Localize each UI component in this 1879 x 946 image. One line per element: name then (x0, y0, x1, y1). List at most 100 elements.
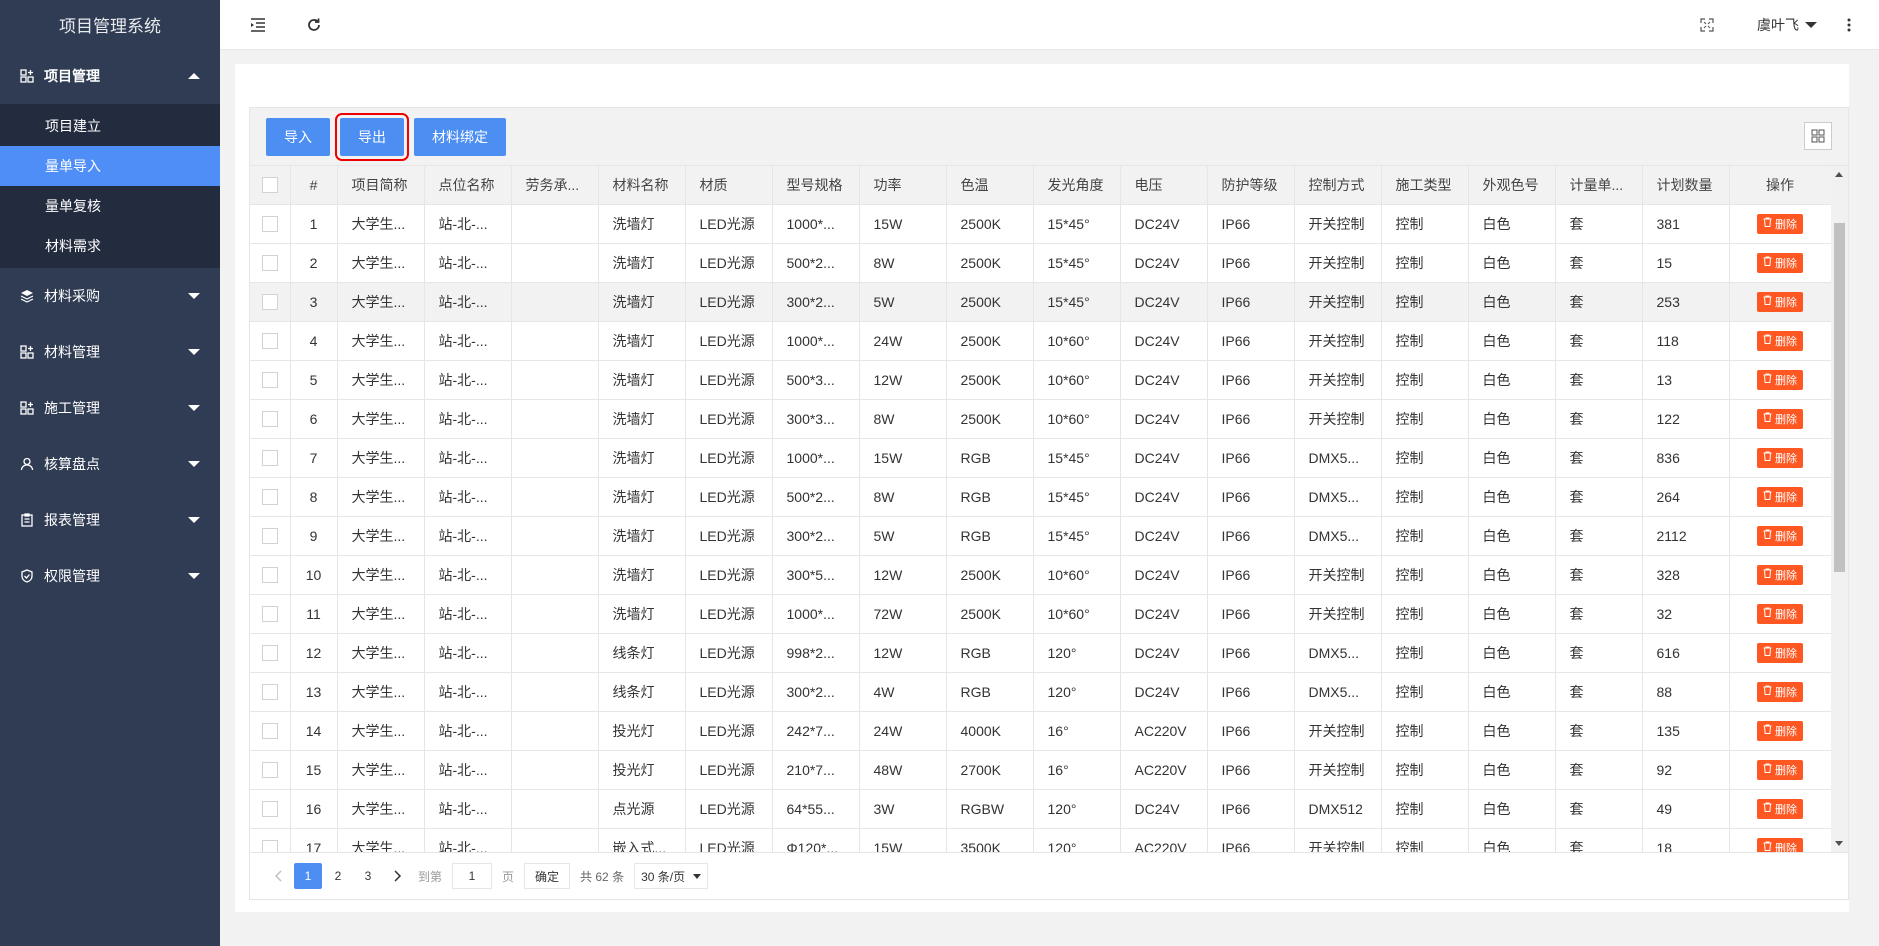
column-header[interactable]: 操作 (1729, 166, 1832, 205)
column-header[interactable]: 计量单... (1555, 166, 1643, 205)
table-row[interactable]: 10 大学生... 站-北-... 洗墙灯 LED光源 300*5... 12W 2500K 1… (250, 555, 1832, 595)
table-row[interactable]: 14 大学生... 站-北-... 投光灯 LED光源 242*7... 24W 4000K 1… (250, 711, 1832, 751)
row-checkbox[interactable] (261, 762, 278, 779)
column-header[interactable]: 计划数量 (1642, 166, 1730, 205)
row-checkbox[interactable] (261, 372, 278, 389)
table-row[interactable]: 12 大学生... 站-北-... 线条灯 LED光源 998*2... 12W RGB 120… (250, 633, 1832, 673)
column-header[interactable]: 型号规格 (772, 166, 860, 205)
column-header[interactable]: # (290, 166, 338, 205)
delete-button[interactable]: 删除 (1757, 213, 1803, 234)
table-row[interactable]: 3 大学生... 站-北-... 洗墙灯 LED光源 300*2... 5W 2500K 15*… (250, 282, 1832, 322)
row-checkbox[interactable] (261, 294, 278, 311)
column-header[interactable]: 电压 (1120, 166, 1208, 205)
menu-collapse-icon[interactable] (248, 15, 268, 35)
table-row[interactable]: 2 大学生... 站-北-... 洗墙灯 LED光源 500*2... 8W 2500K 15*… (250, 243, 1832, 283)
column-header[interactable]: 功率 (859, 166, 947, 205)
table-row[interactable]: 9 大学生... 站-北-... 洗墙灯 LED光源 300*2... 5W RGB 15*45… (250, 516, 1832, 556)
column-header[interactable]: 外观色号 (1468, 166, 1556, 205)
goto-page-input[interactable] (452, 863, 493, 889)
column-toggle-icon[interactable] (1804, 122, 1832, 150)
vertical-scrollbar[interactable] (1831, 166, 1848, 852)
row-checkbox[interactable] (261, 567, 278, 584)
table-row[interactable]: 8 大学生... 站-北-... 洗墙灯 LED光源 500*2... 8W RGB 15*45… (250, 477, 1832, 517)
page-button[interactable]: 3 (354, 863, 382, 889)
table-row[interactable]: 6 大学生... 站-北-... 洗墙灯 LED光源 300*3... 8W 2500K 10*… (250, 399, 1832, 439)
delete-button[interactable]: 删除 (1757, 720, 1803, 741)
row-checkbox[interactable] (261, 333, 278, 350)
row-checkbox[interactable] (261, 528, 278, 545)
delete-button[interactable]: 删除 (1757, 291, 1803, 312)
row-checkbox[interactable] (261, 801, 278, 818)
prev-page-icon[interactable] (264, 863, 292, 889)
sidebar-group-2[interactable]: 材料管理 (0, 324, 220, 380)
sidebar-group-0[interactable]: 项目管理 (0, 48, 220, 104)
table-row[interactable]: 5 大学生... 站-北-... 洗墙灯 LED光源 500*3... 12W 2500K 10… (250, 360, 1832, 400)
row-checkbox[interactable] (261, 411, 278, 428)
column-header[interactable]: 发光角度 (1033, 166, 1121, 205)
row-checkbox[interactable] (261, 840, 278, 852)
column-header[interactable]: 点位名称 (424, 166, 512, 205)
page-button[interactable]: 2 (324, 863, 352, 889)
table-row[interactable]: 4 大学生... 站-北-... 洗墙灯 LED光源 1000*... 24W 2500K 10… (250, 321, 1832, 361)
export-button[interactable]: 导出 (335, 112, 409, 161)
delete-button[interactable]: 删除 (1757, 330, 1803, 351)
row-checkbox[interactable] (261, 684, 278, 701)
table-row[interactable]: 15 大学生... 站-北-... 投光灯 LED光源 210*7... 48W 2700K 1… (250, 750, 1832, 790)
table-row[interactable]: 17 大学生... 站-北-... 嵌入式... LED光源 Φ120*... 15W 350… (250, 828, 1832, 852)
table-row[interactable]: 16 大学生... 站-北-... 点光源 LED光源 64*55... 3W RGBW 120… (250, 789, 1832, 829)
next-page-icon[interactable] (384, 863, 412, 889)
sidebar-group-6[interactable]: 权限管理 (0, 548, 220, 604)
delete-button[interactable]: 删除 (1757, 759, 1803, 780)
row-checkbox[interactable] (261, 255, 278, 272)
sidebar-group-1[interactable]: 材料采购 (0, 268, 220, 324)
more-vertical-icon[interactable] (1839, 15, 1859, 35)
column-header[interactable]: 劳务承... (511, 166, 599, 205)
column-header[interactable]: 控制方式 (1294, 166, 1382, 205)
sidebar-group-4[interactable]: 核算盘点 (0, 436, 220, 492)
table-row[interactable]: 13 大学生... 站-北-... 线条灯 LED光源 300*2... 4W RGB 120°… (250, 672, 1832, 712)
table-row[interactable]: 7 大学生... 站-北-... 洗墙灯 LED光源 1000*... 15W RGB 15*4… (250, 438, 1832, 478)
import-button[interactable]: 导入 (266, 117, 330, 156)
goto-confirm-button[interactable]: 确定 (524, 863, 571, 889)
column-header[interactable]: 项目简称 (337, 166, 425, 205)
column-header[interactable]: 施工类型 (1381, 166, 1469, 205)
scrollbar-thumb[interactable] (1834, 223, 1845, 572)
sidebar-item[interactable]: 量单导入 (0, 146, 220, 186)
delete-button[interactable]: 删除 (1757, 447, 1803, 468)
row-checkbox[interactable] (261, 450, 278, 467)
sidebar-group-5[interactable]: 报表管理 (0, 492, 220, 548)
table-row[interactable]: 11 大学生... 站-北-... 洗墙灯 LED光源 1000*... 72W 2500K 1… (250, 594, 1832, 634)
delete-button[interactable]: 删除 (1757, 603, 1803, 624)
column-header[interactable]: 防护等级 (1207, 166, 1295, 205)
sidebar-item[interactable]: 材料需求 (0, 226, 220, 266)
delete-button[interactable]: 删除 (1757, 837, 1803, 852)
delete-button[interactable]: 删除 (1757, 642, 1803, 663)
scroll-down-icon[interactable] (1835, 841, 1843, 846)
column-header[interactable]: 材料名称 (598, 166, 686, 205)
row-checkbox[interactable] (261, 723, 278, 740)
delete-button[interactable]: 删除 (1757, 798, 1803, 819)
row-checkbox[interactable] (261, 645, 278, 662)
table-row[interactable]: 1 大学生... 站-北-... 洗墙灯 LED光源 1000*... 15W 2500K 15… (250, 204, 1832, 244)
fullscreen-icon[interactable] (1697, 15, 1717, 35)
row-checkbox[interactable] (261, 489, 278, 506)
select-all-checkbox[interactable] (261, 177, 278, 194)
material-bind-button[interactable]: 材料绑定 (414, 117, 506, 156)
sidebar-item[interactable]: 量单复核 (0, 186, 220, 226)
delete-button[interactable]: 删除 (1757, 252, 1803, 273)
scroll-up-icon[interactable] (1835, 172, 1843, 177)
delete-button[interactable]: 删除 (1757, 369, 1803, 390)
delete-button[interactable]: 删除 (1757, 525, 1803, 546)
delete-button[interactable]: 删除 (1757, 681, 1803, 702)
row-checkbox[interactable] (261, 216, 278, 233)
sidebar-item[interactable]: 项目建立 (0, 106, 220, 146)
column-header[interactable]: 材质 (685, 166, 773, 205)
page-button[interactable]: 1 (294, 863, 322, 889)
delete-button[interactable]: 删除 (1757, 486, 1803, 507)
sidebar-group-3[interactable]: 施工管理 (0, 380, 220, 436)
refresh-icon[interactable] (304, 15, 324, 35)
user-menu[interactable]: 虞叶飞 (1757, 15, 1817, 35)
delete-button[interactable]: 删除 (1757, 408, 1803, 429)
delete-button[interactable]: 删除 (1757, 564, 1803, 585)
row-checkbox[interactable] (261, 606, 278, 623)
